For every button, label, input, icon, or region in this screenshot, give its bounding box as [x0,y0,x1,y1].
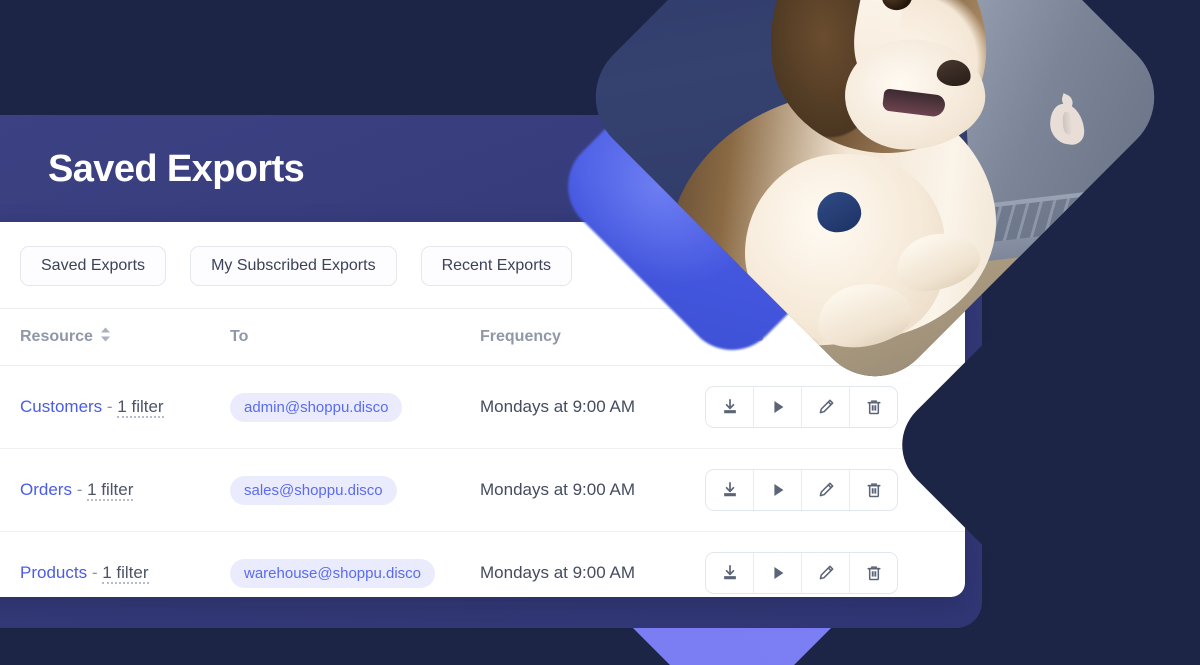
delete-button[interactable] [850,553,897,593]
apple-logo-icon [1048,101,1086,147]
edit-button[interactable] [802,553,850,593]
cell-actions [705,448,965,532]
delete-trash-icon [865,564,883,582]
cell-resource: Orders - 1 filter [0,448,230,532]
download-icon [721,481,739,499]
play-icon [769,564,787,582]
edit-button[interactable] [802,387,850,427]
recipient-chip[interactable]: warehouse@shoppu.disco [230,558,436,588]
frequency-text: Mondays at 9:00 AM [480,563,635,582]
resource-separator: - [71,480,88,499]
column-header-frequency: Frequency [480,308,705,366]
table-row: Orders - 1 filter sales@shoppu.disco Mon… [0,448,965,532]
row-action-group [705,469,898,511]
cell-frequency: Mondays at 9:00 AM [480,448,705,532]
download-button[interactable] [706,553,754,593]
cell-frequency: Mondays at 9:00 AM [480,365,705,449]
page-title: Saved Exports [48,148,305,190]
run-button[interactable] [754,553,802,593]
edit-pencil-icon [817,398,835,416]
column-header-to: To [230,308,480,366]
resource-link-orders[interactable]: Orders [20,480,72,499]
sort-updown-icon[interactable] [100,327,111,347]
cell-resource: Products - 1 filter [0,532,230,598]
frequency-text: Mondays at 9:00 AM [480,397,635,416]
play-icon [769,481,787,499]
delete-button[interactable] [850,387,897,427]
delete-trash-icon [865,398,883,416]
recipient-chip[interactable]: sales@shoppu.disco [230,475,397,505]
resource-link-customers[interactable]: Customers [20,397,102,416]
delete-button[interactable] [850,470,897,510]
tab-my-subscribed-exports[interactable]: My Subscribed Exports [190,246,397,286]
cell-to: admin@shoppu.disco [230,365,480,449]
exports-card: Saved Exports My Subscribed Exports Rece… [0,222,965,597]
dog-eye [880,0,914,12]
cell-frequency: Mondays at 9:00 AM [480,532,705,598]
resource-link-products[interactable]: Products [20,563,87,582]
row-action-group [705,386,898,428]
recipient-chip[interactable]: admin@shoppu.disco [230,392,403,422]
tab-recent-exports[interactable]: Recent Exports [420,246,572,286]
download-button[interactable] [706,470,754,510]
resource-separator: - [102,397,118,416]
edit-button[interactable] [802,470,850,510]
table-row: Customers - 1 filter admin@shoppu.disco … [0,365,965,449]
filter-badge[interactable]: 1 filter [117,397,164,418]
filter-badge[interactable]: 1 filter [87,480,134,501]
cell-to: sales@shoppu.disco [230,448,480,532]
table-header: Resource To Frequency Actions [0,308,965,366]
saved-exports-table: Resource To Frequency Actions Customers … [0,308,965,597]
table-body: Customers - 1 filter admin@shoppu.disco … [0,365,965,598]
column-header-resource[interactable]: Resource [0,308,230,366]
run-button[interactable] [754,387,802,427]
download-icon [721,564,739,582]
table-row: Products - 1 filter warehouse@shoppu.dis… [0,532,965,598]
tab-saved-exports[interactable]: Saved Exports [20,246,167,286]
frequency-text: Mondays at 9:00 AM [480,480,635,499]
tab-bar: Saved Exports My Subscribed Exports Rece… [0,222,965,308]
dog-face-blaze [848,0,916,80]
dog-nose [935,57,973,89]
download-button[interactable] [706,387,754,427]
dog-mouth [881,88,947,118]
cell-actions [705,365,965,449]
table-header-row: Resource To Frequency Actions [0,308,965,366]
row-action-group [705,552,898,594]
download-icon [721,398,739,416]
edit-pencil-icon [817,564,835,582]
delete-trash-icon [865,481,883,499]
run-button[interactable] [754,470,802,510]
resource-separator: - [87,563,103,582]
column-header-resource-label: Resource [20,328,93,345]
laptop-lid [958,0,1180,258]
play-icon [769,398,787,416]
cell-resource: Customers - 1 filter [0,365,230,449]
filter-badge[interactable]: 1 filter [102,563,149,584]
column-header-actions: Actions [705,308,965,366]
cell-actions [705,532,965,598]
edit-pencil-icon [817,481,835,499]
cell-to: warehouse@shoppu.disco [230,532,480,598]
